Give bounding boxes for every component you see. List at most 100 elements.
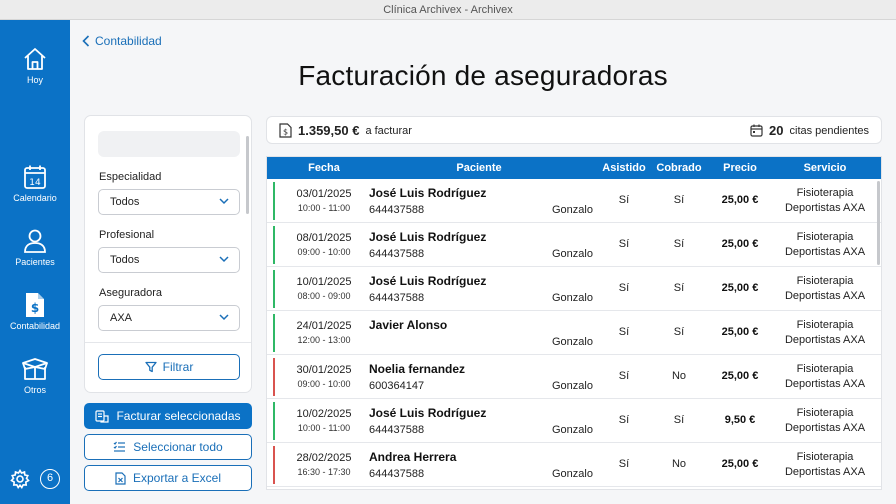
status-indicator [273, 182, 275, 220]
cell-precio: 9,50 € [724, 414, 756, 426]
table-row[interactable]: 08/01/2025 09:00 - 10:00 José Luis Rodrí… [267, 223, 881, 267]
export-excel-button[interactable]: Exportar a Excel [84, 465, 252, 491]
filter-icon [145, 361, 157, 373]
summary-count-value: 20 [769, 123, 784, 138]
status-indicator [273, 402, 275, 440]
filters-scrollbar[interactable] [246, 136, 249, 214]
table-row[interactable]: 30/01/2025 09:00 - 10:00 Noelia fernande… [267, 355, 881, 399]
table-row[interactable]: 10/01/2025 08:00 - 09:00 José Luis Rodrí… [267, 267, 881, 311]
header-servicio[interactable]: Servicio [767, 157, 881, 179]
profesional-select[interactable]: Todos [98, 247, 240, 273]
filter-search-field[interactable] [98, 131, 240, 157]
summary-count-suffix: citas pendientes [789, 124, 870, 137]
summary-amount-suffix: a facturar [365, 124, 412, 137]
notification-badge[interactable]: 6 [40, 469, 60, 489]
cell-patient-phone: 644437588 [369, 424, 425, 436]
status-indicator [273, 226, 275, 264]
cell-patient-name: José Luis Rodríguez [369, 230, 487, 244]
cell-date: 28/02/2025 [296, 452, 352, 464]
cell-servicio-plan: Deportistas AXA [784, 466, 866, 478]
sidebar-item-hoy[interactable]: Hoy [0, 46, 70, 85]
aseguradora-label: Aseguradora [99, 287, 162, 299]
calendar-small-icon [750, 124, 763, 137]
invoice-dollar-icon: $ [279, 123, 292, 138]
cell-patient-name: José Luis Rodríguez [369, 406, 487, 420]
cell-time: 12:00 - 13:00 [297, 335, 351, 345]
checklist-icon [113, 441, 126, 452]
cell-servicio-plan: Deportistas AXA [784, 422, 866, 434]
cell-servicio-plan: Deportistas AXA [784, 202, 866, 214]
cell-asistido: Sí [618, 414, 630, 426]
sidebar-item-label: Calendario [13, 193, 57, 203]
sidebar-item-otros[interactable]: Otros [0, 356, 70, 395]
cell-cobrado: Sí [673, 194, 685, 206]
cell-professional: Gonzalo [552, 424, 593, 436]
back-link[interactable]: Contabilidad [82, 34, 162, 48]
cell-patient-phone: 644437588 [369, 292, 425, 304]
appointments-table: Fecha Paciente Asistido Cobrado Precio S… [266, 156, 882, 490]
aseguradora-select[interactable]: AXA [98, 305, 240, 331]
summary-amount: $ 1.359,50 € a facturar [279, 123, 412, 138]
cell-servicio-plan: Deportistas AXA [784, 378, 866, 390]
cell-servicio-plan: Deportistas AXA [784, 246, 866, 258]
cell-time: 09:00 - 10:00 [297, 247, 351, 257]
table-row[interactable]: 24/01/2025 12:00 - 13:00 Javier Alonso G… [267, 311, 881, 355]
filter-button[interactable]: Filtrar [98, 354, 240, 380]
calendar-day: 14 [29, 178, 41, 188]
cell-cobrado: No [671, 458, 687, 470]
header-precio[interactable]: Precio [707, 157, 773, 179]
profesional-value: Todos [110, 254, 140, 266]
header-fecha[interactable]: Fecha [281, 157, 367, 179]
especialidad-select[interactable]: Todos [98, 189, 240, 215]
cell-servicio: Fisioterapia [796, 187, 854, 199]
cell-asistido: Sí [618, 194, 630, 206]
select-all-label: Seleccionar todo [133, 440, 223, 454]
cell-cobrado: Sí [673, 238, 685, 250]
cell-servicio: Fisioterapia [796, 231, 854, 243]
cell-date: 24/01/2025 [296, 320, 352, 332]
filters-panel: Especialidad Todos Profesional Todos Ase… [84, 115, 252, 393]
sidebar-item-label: Contabilidad [9, 321, 61, 331]
sidebar-item-pacientes[interactable]: Pacientes [0, 228, 70, 267]
table-row[interactable]: 28/02/2025 16:30 - 17:30 Andrea Herrera … [267, 443, 881, 487]
box-icon [22, 358, 48, 380]
cell-date: 10/01/2025 [296, 276, 352, 288]
cell-patient-phone: 644437588 [369, 204, 425, 216]
especialidad-label: Especialidad [99, 171, 162, 183]
cell-professional: Gonzalo [552, 204, 593, 216]
select-all-button[interactable]: Seleccionar todo [84, 434, 252, 460]
cell-time: 16:30 - 17:30 [297, 467, 351, 477]
header-paciente[interactable]: Paciente [369, 157, 589, 179]
cell-servicio-plan: Deportistas AXA [784, 334, 866, 346]
cell-professional: Gonzalo [552, 468, 593, 480]
svg-text:$: $ [283, 128, 288, 137]
filter-button-label: Filtrar [162, 360, 194, 374]
cell-professional: Gonzalo [552, 380, 593, 392]
cell-cobrado: Sí [673, 414, 685, 426]
cell-patient-name: José Luis Rodríguez [369, 274, 487, 288]
table-body: 03/01/2025 10:00 - 11:00 José Luis Rodrí… [267, 179, 881, 487]
header-cobrado[interactable]: Cobrado [651, 157, 707, 179]
cell-precio: 25,00 € [721, 458, 759, 470]
table-scrollbar[interactable] [877, 181, 880, 265]
cell-professional: Gonzalo [552, 248, 593, 260]
sidebar-item-label: Otros [23, 385, 46, 395]
cell-patient-name: Noelia fernandez [369, 362, 466, 376]
sidebar-item-contabilidad[interactable]: $ Contabilidad [0, 292, 70, 331]
cell-patient-name: Javier Alonso [369, 318, 448, 332]
chevron-left-icon [82, 35, 90, 47]
invoice-icon: $ [26, 293, 44, 317]
facturar-button[interactable]: Facturar seleccionadas [84, 403, 252, 429]
cell-precio: 25,00 € [721, 326, 759, 338]
excel-file-icon [115, 471, 126, 485]
cell-patient-phone: 600364147 [369, 380, 425, 392]
export-excel-label: Exportar a Excel [132, 471, 222, 485]
chevron-down-icon [219, 314, 229, 321]
cell-patient-phone: 644437588 [369, 468, 425, 480]
table-row[interactable]: 10/02/2025 10:00 - 11:00 José Luis Rodrí… [267, 399, 881, 443]
table-row[interactable]: 03/01/2025 10:00 - 11:00 José Luis Rodrí… [267, 179, 881, 223]
gear-icon[interactable] [10, 469, 30, 489]
header-asistido[interactable]: Asistido [593, 157, 655, 179]
sidebar-item-calendario[interactable]: 14 Calendario [0, 164, 70, 203]
cell-date: 08/01/2025 [296, 232, 352, 244]
